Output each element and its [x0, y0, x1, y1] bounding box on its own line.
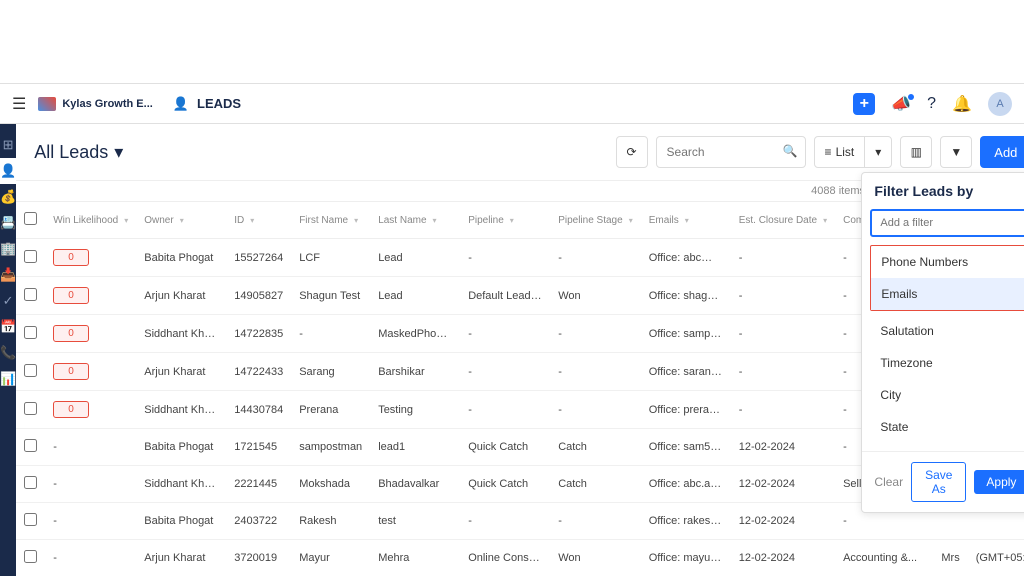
filter-clear-button[interactable]: Clear	[874, 475, 903, 489]
row-checkbox[interactable]	[24, 476, 37, 489]
sidebar: ⊞ 👤 💰 📇 🏢 📥 ✓ 📅 📞 📊	[0, 124, 16, 576]
search-icon[interactable]: 🔍	[783, 144, 798, 158]
bell-icon[interactable]: 🔔	[952, 94, 972, 114]
help-icon[interactable]: ?	[927, 95, 936, 113]
filter-option[interactable]: City	[870, 379, 1024, 411]
sidebar-archive-icon[interactable]: 📥	[0, 262, 16, 288]
topbar: ☰ Kylas Growth E... 👤 LEADS + 📣 ? 🔔 A	[0, 84, 1024, 124]
brand-name: Kylas Growth E...	[62, 98, 152, 110]
column-header[interactable]: Emails▾	[641, 202, 731, 239]
row-checkbox[interactable]	[24, 402, 37, 415]
sidebar-reports-icon[interactable]: 📊	[0, 366, 16, 392]
column-header[interactable]: Pipeline▾	[460, 202, 550, 239]
sidebar-calls-icon[interactable]: 📞	[0, 340, 16, 366]
breadcrumb-text: LEADS	[197, 96, 241, 111]
sidebar-deals-icon[interactable]: 💰	[0, 184, 16, 210]
column-header[interactable]: Est. Closure Date▾	[731, 202, 835, 239]
view-title-text: All Leads	[34, 142, 108, 163]
column-header[interactable]: Owner▾	[136, 202, 226, 239]
filter-option[interactable]: Emails	[871, 278, 1024, 310]
row-checkbox[interactable]	[24, 250, 37, 263]
row-checkbox[interactable]	[24, 513, 37, 526]
column-header[interactable]: Pipeline Stage▾	[550, 202, 641, 239]
filter-button[interactable]: ▼	[940, 136, 972, 168]
sidebar-tasks-icon[interactable]: ✓	[0, 288, 16, 314]
breadcrumb: 👤 LEADS	[173, 96, 241, 112]
select-all-checkbox[interactable]	[24, 212, 37, 225]
brand[interactable]: Kylas Growth E...	[38, 97, 152, 111]
column-header[interactable]: Last Name▾	[370, 202, 460, 239]
sidebar-contacts-icon[interactable]: 📇	[0, 210, 16, 236]
column-header[interactable]: ID▾	[226, 202, 291, 239]
sidebar-leads-icon[interactable]: 👤	[0, 158, 16, 184]
view-mode-chevron[interactable]: ▾	[864, 137, 891, 167]
row-checkbox[interactable]	[24, 326, 37, 339]
avatar[interactable]: A	[988, 92, 1012, 116]
chevron-down-icon: ▾	[114, 142, 123, 163]
global-add-button[interactable]: +	[853, 93, 875, 115]
refresh-button[interactable]: ⟳	[616, 136, 648, 168]
row-checkbox[interactable]	[24, 288, 37, 301]
filter-apply-button[interactable]: Apply	[974, 470, 1024, 494]
sidebar-calendar-icon[interactable]: 📅	[0, 314, 16, 340]
filter-saveas-button[interactable]: Save As	[911, 462, 966, 502]
table-row[interactable]: -Arjun Kharat3720019MayurMehraOnline Con…	[16, 540, 1024, 576]
sidebar-dashboard-icon[interactable]: ⊞	[0, 132, 16, 158]
filter-panel: Filter Leads by › + Phone NumbersEmails …	[861, 172, 1024, 513]
filter-option[interactable]: Phone Numbers	[871, 246, 1024, 278]
view-title-dropdown[interactable]: All Leads ▾	[34, 142, 123, 163]
megaphone-icon[interactable]: 📣	[891, 94, 911, 114]
filter-option[interactable]: Timezone	[870, 347, 1024, 379]
column-header[interactable]: First Name▾	[291, 202, 370, 239]
filter-input[interactable]	[870, 209, 1024, 237]
list-view-option[interactable]: ≡List	[815, 137, 865, 167]
filter-option[interactable]: Salutation	[870, 315, 1024, 347]
columns-button[interactable]: ▥	[900, 136, 932, 168]
filter-panel-title: Filter Leads by	[874, 183, 973, 199]
brand-logo	[38, 97, 56, 111]
row-checkbox[interactable]	[24, 439, 37, 452]
row-checkbox[interactable]	[24, 550, 37, 563]
add-button[interactable]: Add	[980, 136, 1024, 168]
person-icon: 👤	[173, 96, 189, 112]
row-checkbox[interactable]	[24, 364, 37, 377]
sidebar-companies-icon[interactable]: 🏢	[0, 236, 16, 262]
filter-option[interactable]: State	[870, 411, 1024, 443]
view-mode-toggle[interactable]: ≡List ▾	[814, 136, 893, 168]
menu-icon[interactable]: ☰	[12, 94, 26, 114]
column-header[interactable]: Win Likelihood▾	[45, 202, 136, 239]
filter-options-more: SalutationTimezoneCityState	[862, 311, 1024, 451]
filter-options-highlighted: Phone NumbersEmails	[870, 245, 1024, 311]
